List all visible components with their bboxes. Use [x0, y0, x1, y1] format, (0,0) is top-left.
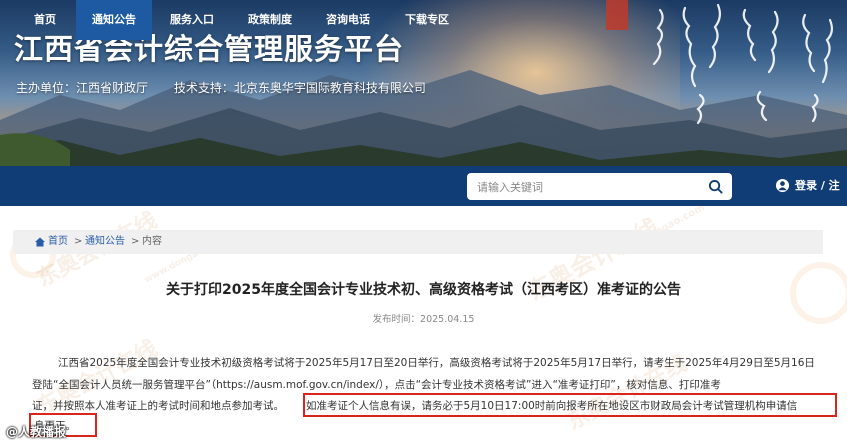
nav-item-hotline[interactable]: 咨询电话	[316, 0, 380, 40]
article-title: 关于打印2025年度全国会计专业技术初、高级资格考试（江西考区）准考证的公告	[166, 282, 681, 298]
nav-item-service-entry[interactable]: 服务入口	[160, 0, 224, 40]
nav-item-downloads[interactable]: 下载专区	[395, 0, 459, 40]
breadcrumb-home[interactable]: 首页	[48, 230, 68, 254]
nav-item-home[interactable]: 首页	[22, 0, 68, 40]
calligraphy-decoration	[652, 3, 834, 125]
organizer-text: 主办单位：江西省财政厅	[16, 81, 149, 95]
highlight-annotation-box	[303, 393, 837, 417]
nav-item-notices[interactable]: 通知公告	[76, 0, 152, 40]
nav-item-policy[interactable]: 政策制度	[238, 0, 302, 40]
host-info: 主办单位：江西省财政厅 技术支持：北京东奥华宇国际教育科技有限公司	[16, 79, 448, 96]
search-input[interactable]	[475, 173, 699, 202]
article-paragraph-line: 证，并按照本人准考证上的考试时间和地点参加考试。	[32, 400, 284, 412]
source-watermark-badge: @人教播报	[6, 425, 67, 439]
article-paragraph-line: 江西省2025年度全国会计专业技术初级资格考试将于2025年5月17日至20日举…	[58, 357, 815, 369]
publish-time: 发布时间：2025.04.15	[372, 314, 475, 325]
breadcrumb-separator: >	[74, 236, 83, 247]
search-icon[interactable]	[708, 179, 723, 194]
user-icon	[775, 178, 790, 193]
article-paragraph-line: 登陆“全国会计人员统一服务管理平台”（https://ausm.mof.gov.…	[32, 379, 721, 391]
tech-support-text: 技术支持：北京东奥华宇国际教育科技有限公司	[173, 81, 426, 95]
breadcrumb-notices[interactable]: 通知公告	[85, 230, 125, 254]
breadcrumb-separator: >	[131, 236, 140, 247]
breadcrumb-current: 内容	[142, 236, 162, 247]
search-box	[467, 173, 732, 202]
home-icon	[35, 237, 45, 247]
red-seal	[606, 0, 628, 30]
login-register-link[interactable]: 登录 / 注册	[795, 166, 847, 232]
